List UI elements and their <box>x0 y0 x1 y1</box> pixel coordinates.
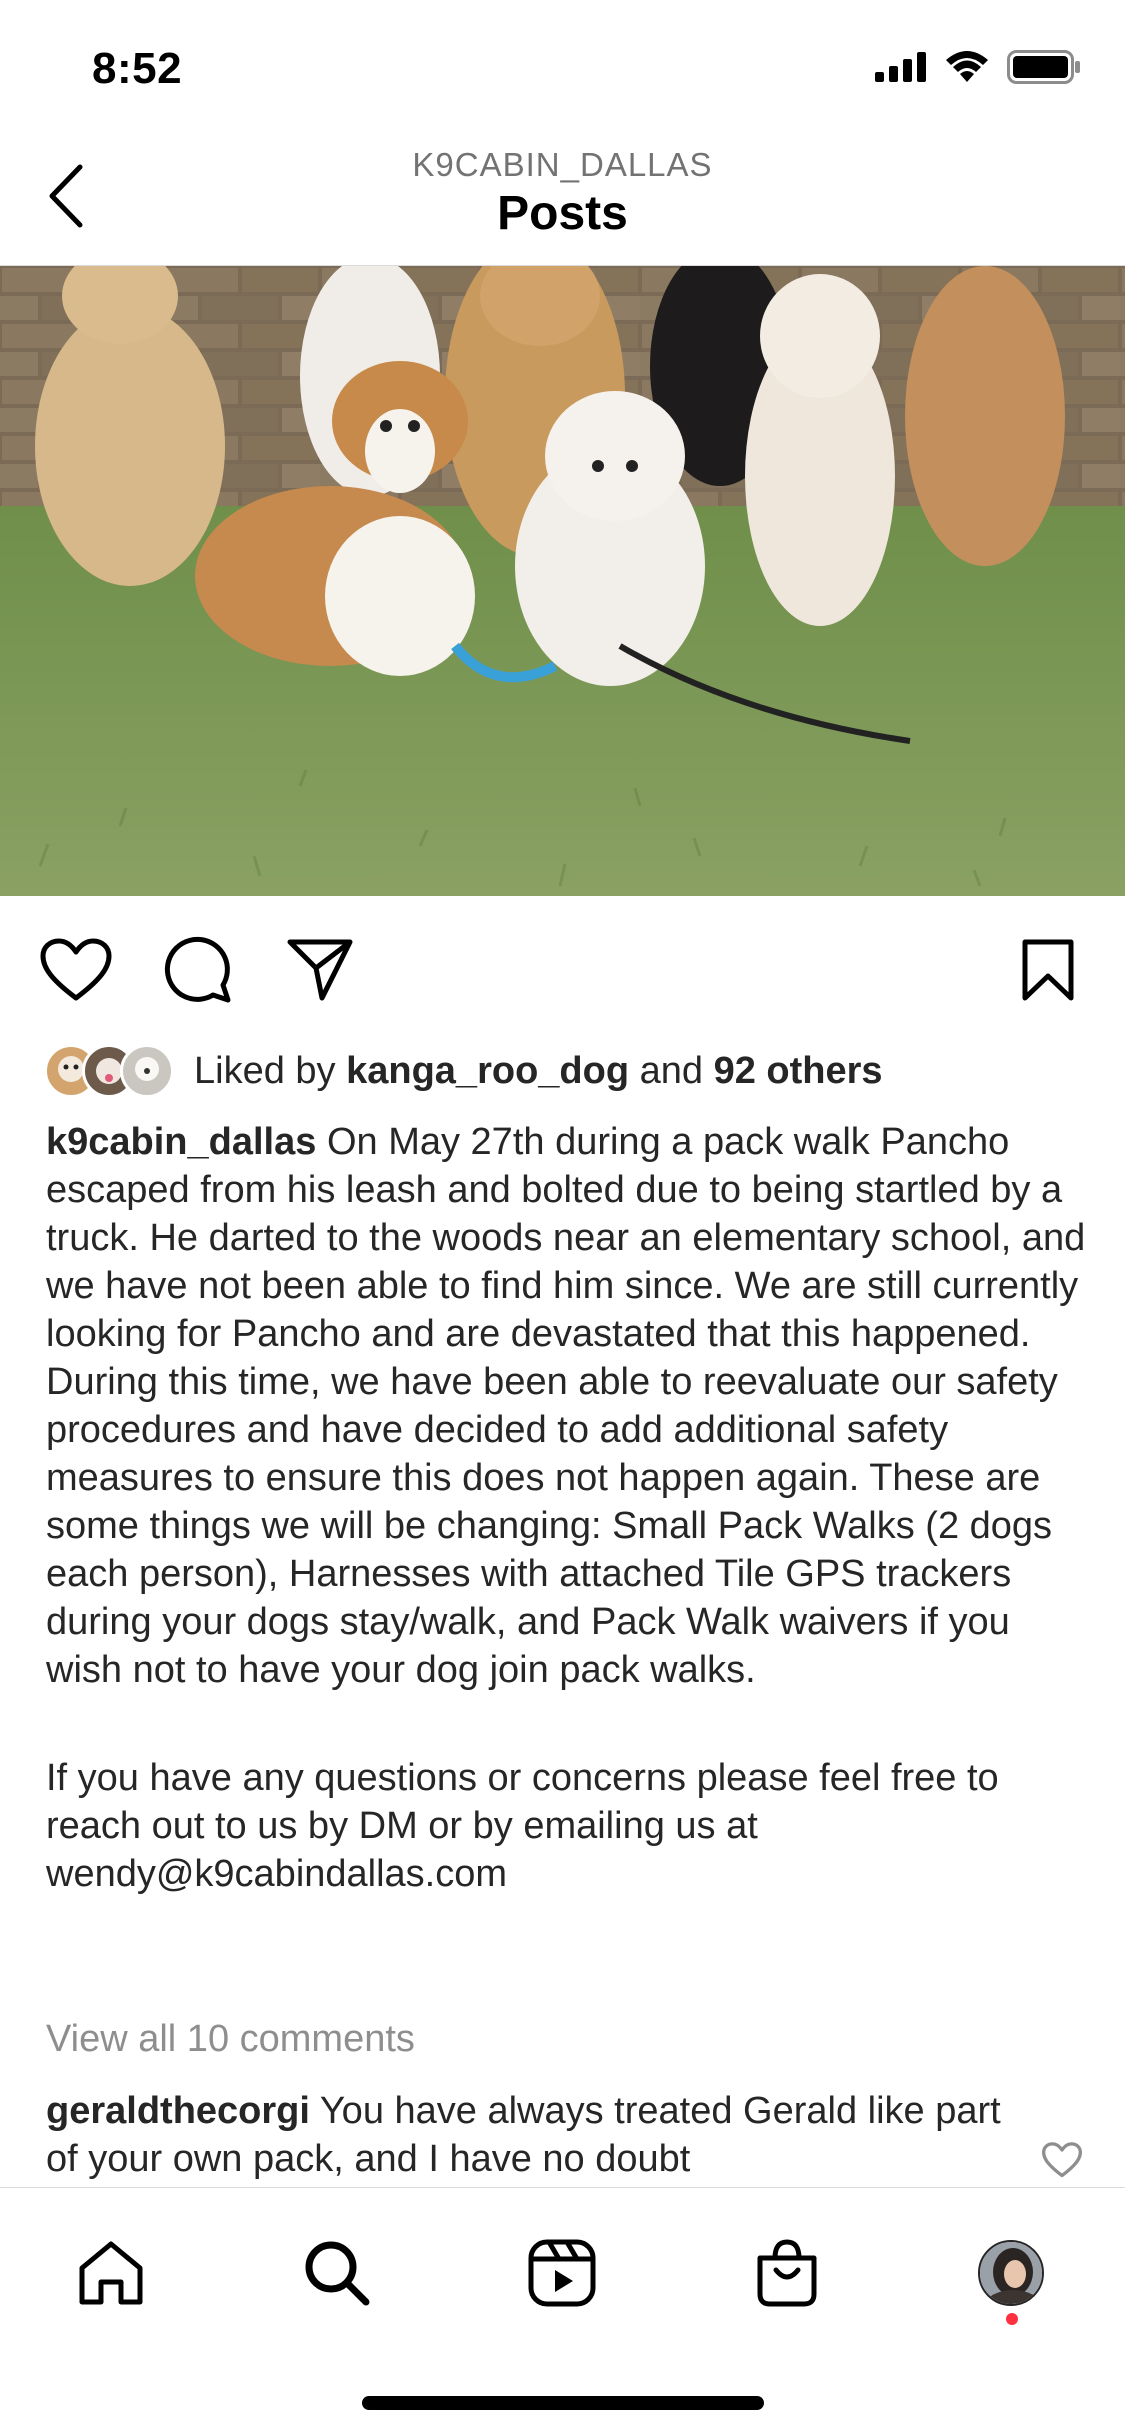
liker-avatars <box>44 1042 180 1100</box>
nav-shop[interactable] <box>742 2228 832 2318</box>
dogs-photo <box>0 266 1125 896</box>
caption-username[interactable]: k9cabin_dallas <box>46 1121 316 1163</box>
post-image[interactable] <box>0 266 1125 896</box>
home-icon <box>79 2241 143 2305</box>
heart-icon <box>1042 2142 1082 2178</box>
view-all-comments-link[interactable]: View all 10 comments <box>46 2018 415 2061</box>
likes-text: Liked by kanga_roo_dog and 92 others <box>194 1049 883 1092</box>
speech-bubble-icon <box>164 936 231 1003</box>
share-button[interactable] <box>280 930 360 1010</box>
caption-text-contact: If you have any questions or concerns pl… <box>46 1757 999 1895</box>
status-time: 8:52 <box>92 44 183 93</box>
nav-profile[interactable] <box>966 2228 1056 2318</box>
top-header: K9CABIN_DALLAS Posts <box>0 130 1125 266</box>
wifi-icon <box>946 51 988 82</box>
shopping-bag-icon <box>757 2239 817 2307</box>
nav-home[interactable] <box>66 2228 156 2318</box>
search-icon <box>305 2241 370 2306</box>
liker-avatar <box>120 1044 174 1098</box>
status-bar: 8:52 <box>0 0 1125 130</box>
nav-search[interactable] <box>292 2228 382 2318</box>
post-actions <box>0 920 1125 1020</box>
reels-icon <box>528 2239 596 2307</box>
page-title: Posts <box>497 187 628 240</box>
battery-icon <box>1007 50 1080 84</box>
comment-like-button[interactable] <box>1042 2142 1086 2186</box>
nav-reels[interactable] <box>517 2228 607 2318</box>
post-caption: k9cabin_dallas On May 27th during a pack… <box>46 1118 1086 1898</box>
likes-count[interactable]: 92 others <box>714 1050 883 1092</box>
liker-username[interactable]: kanga_roo_dog <box>346 1050 629 1092</box>
caption-text: On May 27th during a pack walk Pancho es… <box>46 1121 1086 1691</box>
bookmark-icon <box>1022 939 1074 1001</box>
notification-dot <box>1006 2313 1018 2325</box>
status-icons <box>875 50 1081 84</box>
home-indicator <box>362 2396 764 2410</box>
save-button[interactable] <box>1008 930 1088 1010</box>
like-button[interactable] <box>36 930 116 1010</box>
comment-preview: geraldthecorgi You have always treated G… <box>46 2087 1006 2187</box>
comment-username[interactable]: geraldthecorgi <box>46 2090 310 2132</box>
comment-button[interactable] <box>158 930 238 1010</box>
paper-plane-icon <box>287 939 353 1001</box>
cellular-signal-icon <box>875 52 926 82</box>
likes-row[interactable]: Liked by kanga_roo_dog and 92 others <box>44 1040 883 1102</box>
heart-icon <box>40 938 112 1001</box>
header-username: K9CABIN_DALLAS <box>412 146 713 183</box>
profile-avatar <box>978 2240 1044 2306</box>
